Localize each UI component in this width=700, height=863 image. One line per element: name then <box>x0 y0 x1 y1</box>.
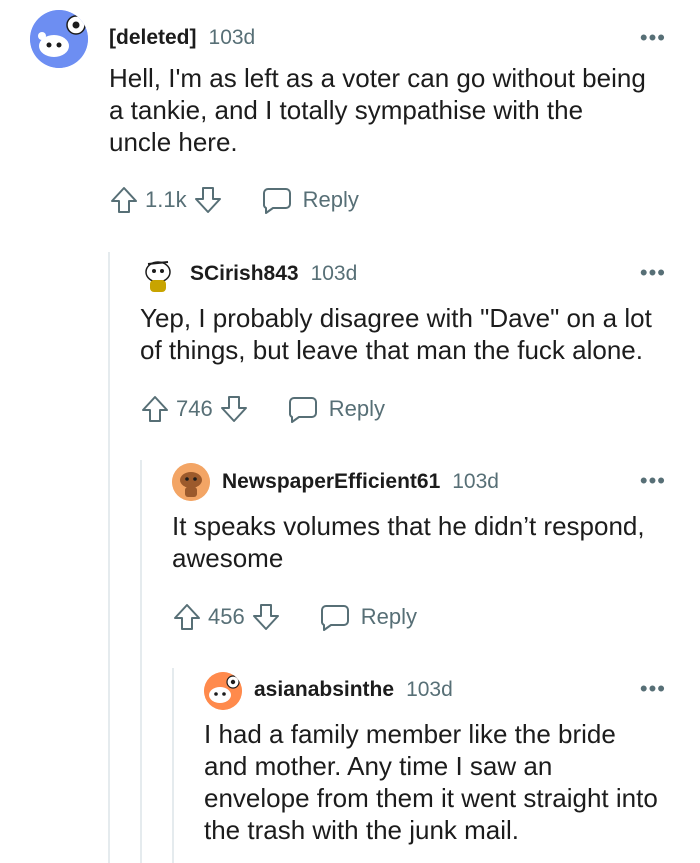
username[interactable]: [deleted] <box>109 26 197 50</box>
reply-label: Reply <box>360 604 417 629</box>
more-options-icon[interactable]: ••• <box>640 470 666 492</box>
more-options-icon[interactable]: ••• <box>640 262 666 284</box>
vote-count: 456 <box>208 604 245 629</box>
username[interactable]: NewspaperEfficient61 <box>222 470 440 494</box>
upvote-arrow-icon[interactable] <box>172 602 202 632</box>
comment-actions: 746 Reply <box>140 394 385 424</box>
comment: SCirish843 103d ••• Yep, I probably disa… <box>0 250 700 460</box>
avatar[interactable] <box>204 672 242 710</box>
timestamp[interactable]: 103d <box>209 26 256 50</box>
avatar[interactable] <box>30 10 88 68</box>
vote-count: 1.1k <box>145 187 187 212</box>
comment-text: It speaks volumes that he didn’t respond… <box>172 511 645 573</box>
snoo-avatar-icon <box>30 10 88 68</box>
username[interactable]: asianabsinthe <box>254 678 394 702</box>
reply-label: Reply <box>328 396 385 421</box>
vote-count: 746 <box>176 396 213 421</box>
comment-text: Yep, I probably disagree with "Dave" on … <box>140 303 652 365</box>
timestamp[interactable]: 103d <box>311 262 358 286</box>
comment: [deleted] 103d ••• Hell, I'm as left as … <box>0 0 700 240</box>
comment: NewspaperEfficient61 103d ••• It speaks … <box>0 460 700 660</box>
reply-label: Reply <box>302 187 359 212</box>
snoo-avatar-icon <box>204 672 242 710</box>
comment-text: Hell, I'm as left as a voter can go with… <box>109 63 646 157</box>
more-options-icon[interactable]: ••• <box>640 27 666 49</box>
snoo-avatar-icon <box>172 463 210 501</box>
avatar[interactable] <box>142 258 174 296</box>
speech-bubble-icon <box>262 188 291 214</box>
comment-text: I had a family member like the bride and… <box>204 719 658 845</box>
reply-button[interactable]: Reply <box>287 394 385 424</box>
snoo-avatar-icon <box>145 261 171 292</box>
reply-button[interactable]: Reply <box>319 602 417 632</box>
speech-bubble-icon <box>320 605 349 631</box>
comment: asianabsinthe 103d ••• I had a family me… <box>0 668 700 863</box>
timestamp[interactable]: 103d <box>452 470 499 494</box>
downvote-arrow-icon[interactable] <box>193 185 223 215</box>
downvote-arrow-icon[interactable] <box>251 602 281 632</box>
upvote-arrow-icon[interactable] <box>140 394 170 424</box>
timestamp[interactable]: 103d <box>406 678 453 702</box>
avatar[interactable] <box>172 463 210 501</box>
speech-bubble-icon <box>288 397 317 423</box>
comment-actions: 1.1k Reply <box>109 185 359 215</box>
reply-button[interactable]: Reply <box>261 185 359 215</box>
username[interactable]: SCirish843 <box>190 262 299 286</box>
downvote-arrow-icon[interactable] <box>219 394 249 424</box>
comment-actions: 456 Reply <box>172 602 417 632</box>
upvote-arrow-icon[interactable] <box>109 185 139 215</box>
more-options-icon[interactable]: ••• <box>640 678 666 700</box>
